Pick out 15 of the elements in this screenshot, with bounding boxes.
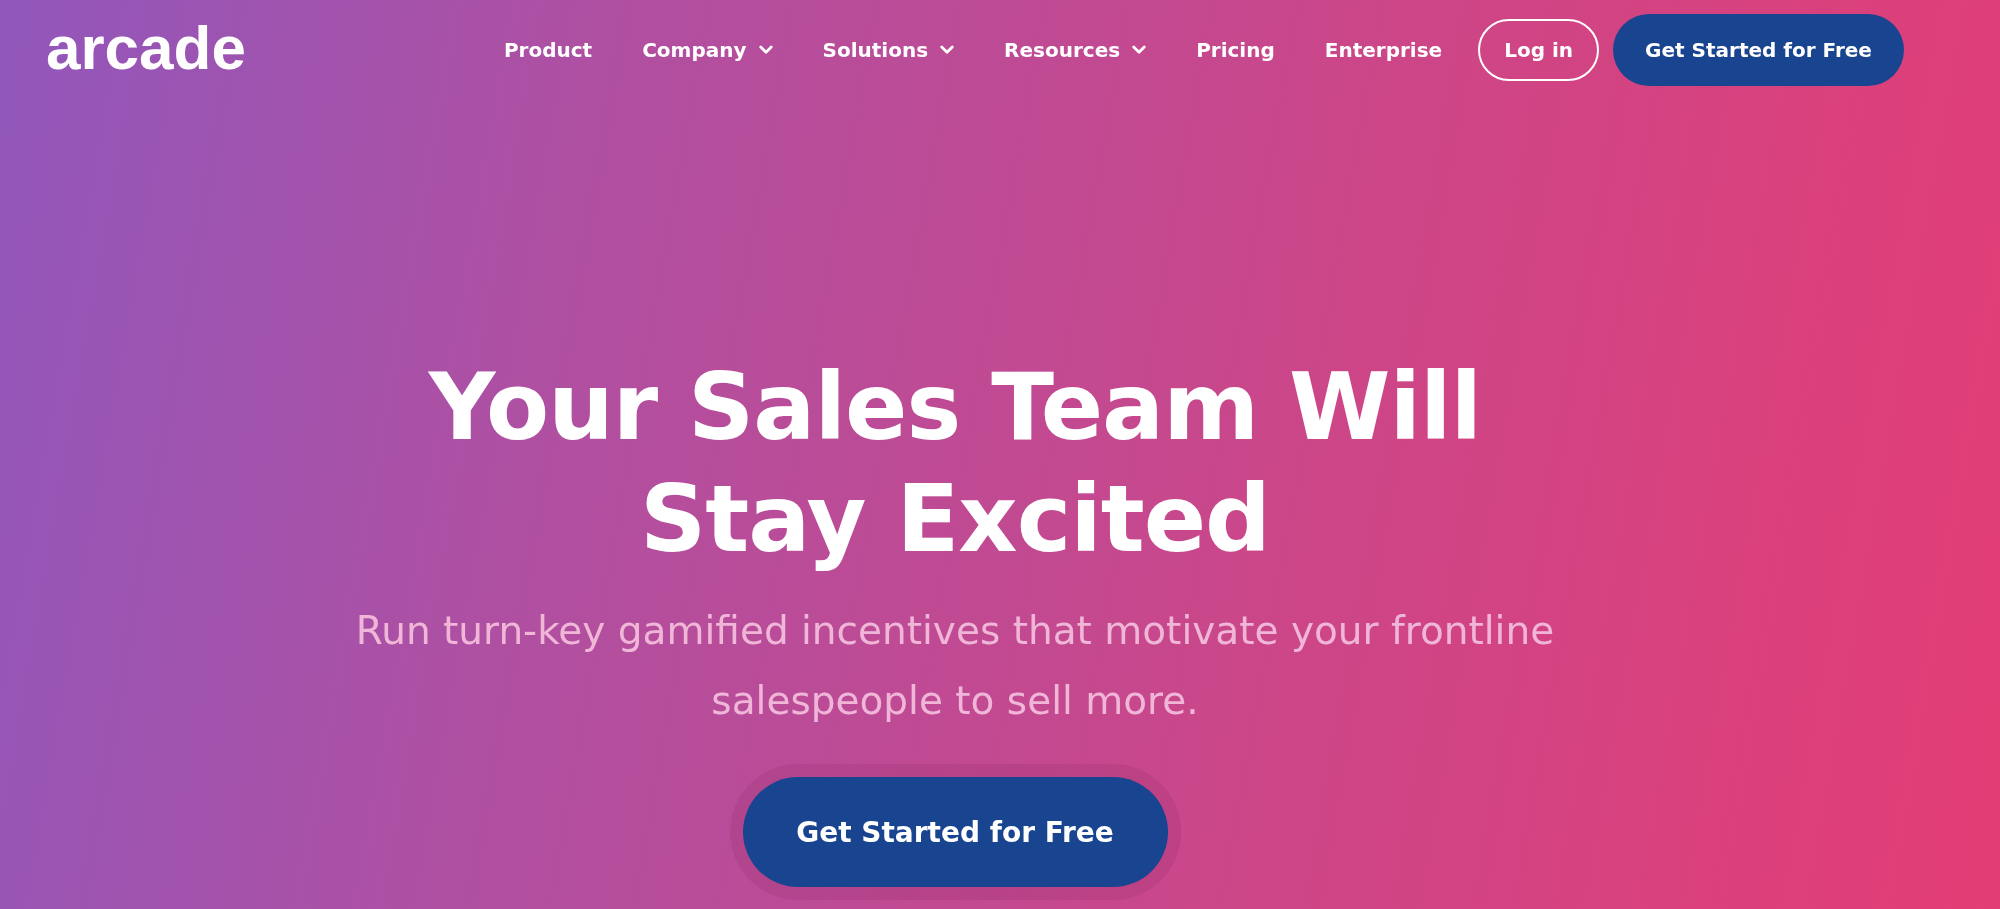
nav-link[interactable]: Product bbox=[503, 38, 593, 62]
nav-link[interactable]: Company bbox=[642, 38, 773, 62]
chevron-down-icon[interactable] bbox=[940, 45, 955, 55]
login-button[interactable]: Log in bbox=[1478, 19, 1600, 81]
chevron-down-icon[interactable] bbox=[1132, 45, 1147, 55]
arcade-logo[interactable]: arcade bbox=[46, 17, 246, 79]
get-started-button[interactable]: Get Started for Free bbox=[742, 777, 1168, 887]
get-started-button[interactable]: Get Started for Free bbox=[1613, 14, 1904, 86]
hero-heading: Your Sales Team Will Stay Excited bbox=[428, 353, 1482, 575]
nav-link[interactable]: Enterprise bbox=[1324, 38, 1443, 62]
hero-subtitle: Run turn-key gamified incentives that motivate your frontline salespeople to sell more. bbox=[354, 607, 1556, 725]
nav-link[interactable]: Solutions bbox=[822, 38, 955, 62]
chevron-down-icon[interactable] bbox=[758, 45, 773, 55]
nav-link[interactable]: Resources bbox=[1004, 38, 1147, 62]
nav-link[interactable]: Pricing bbox=[1196, 38, 1275, 62]
